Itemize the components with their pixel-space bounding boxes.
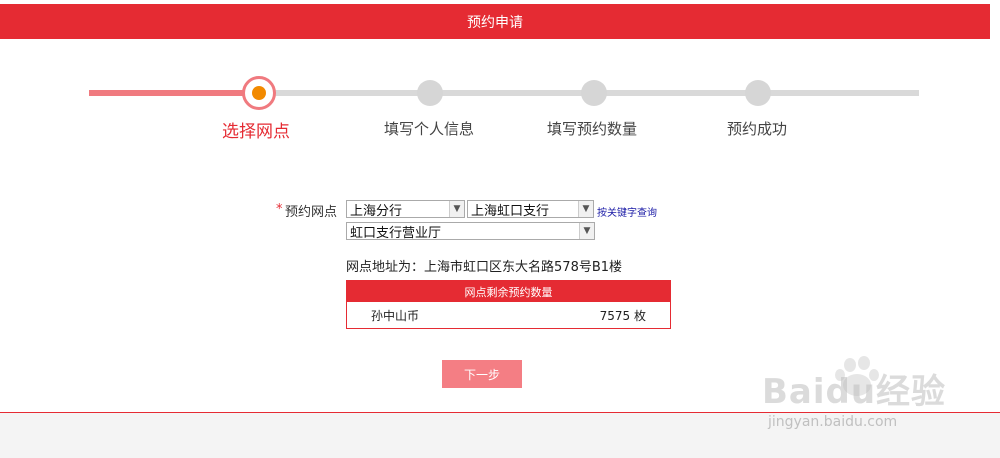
step-2-indicator bbox=[417, 80, 443, 106]
chevron-down-icon: ▼ bbox=[578, 201, 593, 217]
step-2-label: 填写个人信息 bbox=[384, 120, 475, 138]
subbranch-select-value: 上海虹口支行 bbox=[471, 203, 550, 219]
remaining-quota-table: 网点剩余预约数量 孙中山币 7575 枚 bbox=[346, 280, 671, 329]
step-1-indicator bbox=[242, 76, 276, 110]
next-step-button[interactable]: 下一步 bbox=[442, 360, 522, 388]
watermark-brand: Baidu经验 bbox=[762, 372, 947, 412]
branch-select-value: 上海分行 bbox=[350, 203, 403, 219]
table-header: 网点剩余预约数量 bbox=[347, 281, 670, 302]
outlet-field-label: 预约网点 bbox=[285, 205, 338, 220]
step-4-label: 预约成功 bbox=[727, 120, 788, 138]
watermark-url: jingyan.baidu.com bbox=[768, 414, 898, 430]
step-3-label: 填写预约数量 bbox=[547, 120, 638, 138]
address-value: 上海市虹口区东大名路578号B1楼 bbox=[424, 260, 623, 275]
progress-track-completed bbox=[89, 90, 259, 96]
outlet-select[interactable]: 虹口支行营业厅 ▼ bbox=[346, 222, 595, 241]
table-row: 孙中山币 7575 枚 bbox=[347, 302, 670, 328]
required-mark: * bbox=[276, 202, 283, 217]
chevron-down-icon: ▼ bbox=[579, 223, 594, 239]
outlet-select-value: 虹口支行营业厅 bbox=[350, 225, 442, 241]
chevron-down-icon: ▼ bbox=[449, 201, 464, 217]
coin-name: 孙中山币 bbox=[371, 308, 420, 323]
outlet-address: 网点地址为上海市虹口区东大名路578号B1楼 bbox=[346, 256, 622, 275]
page-title: 预约申请 bbox=[467, 14, 523, 31]
coin-quantity: 7575 枚 bbox=[599, 308, 646, 323]
page-header: 预约申请 bbox=[0, 4, 990, 39]
address-label: 网点地址为 bbox=[346, 260, 424, 275]
step-4-indicator bbox=[745, 80, 771, 106]
subbranch-select[interactable]: 上海虹口支行 ▼ bbox=[467, 200, 594, 219]
step-1-label: 选择网点 bbox=[222, 122, 290, 142]
branch-select[interactable]: 上海分行 ▼ bbox=[346, 200, 465, 219]
step-3-indicator bbox=[581, 80, 607, 106]
keyword-search-link[interactable]: 按关键字查询 bbox=[597, 204, 657, 219]
